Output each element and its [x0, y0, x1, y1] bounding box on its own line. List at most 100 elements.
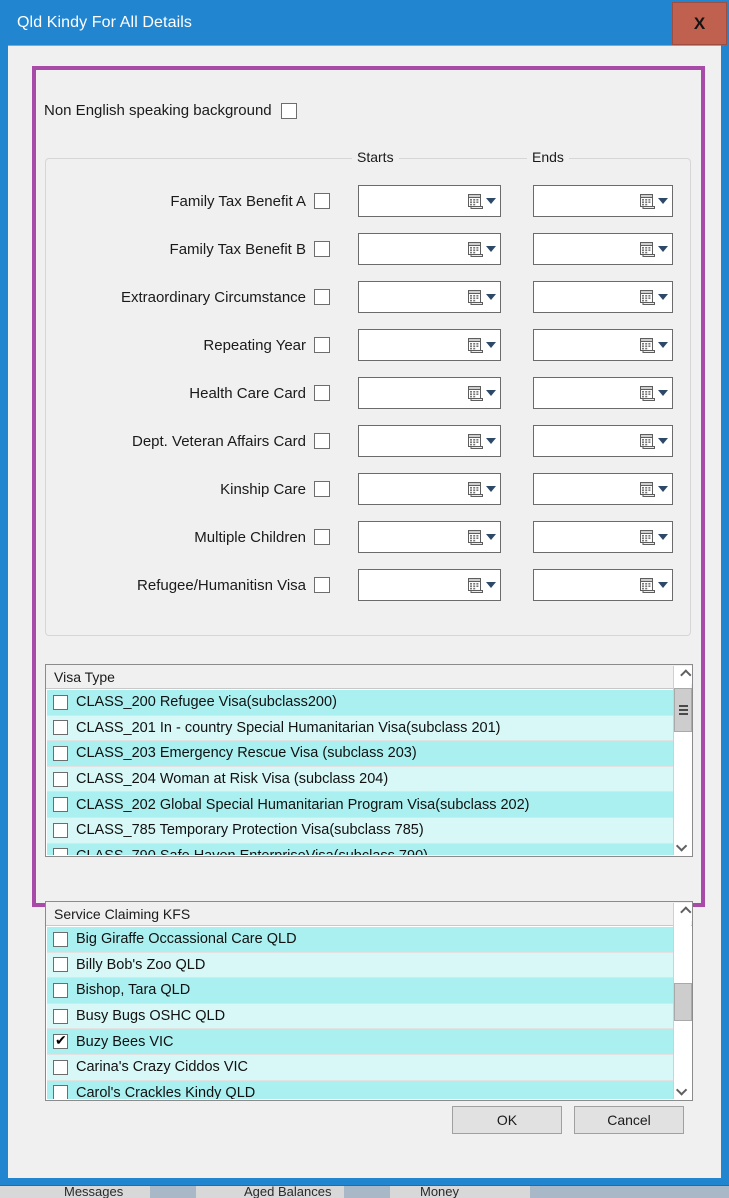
service-claiming-kfs-listbox[interactable]: Service Claiming KFS Big Giraffe Occassi… — [45, 901, 693, 1101]
benefit-start-date-picker[interactable] — [358, 521, 501, 553]
list-item[interactable]: Carina's Crazy Ciddos VIC — [47, 1054, 673, 1081]
list-item-checkbox[interactable] — [53, 982, 68, 998]
benefit-start-date-picker[interactable] — [358, 473, 501, 505]
benefit-start-date-picker[interactable] — [358, 233, 501, 265]
benefit-start-date-picker[interactable] — [358, 185, 501, 217]
benefit-checkbox[interactable] — [314, 337, 330, 353]
list-item-label: Carol's Crackles Kindy QLD — [76, 1084, 256, 1099]
list-item-checkbox[interactable] — [53, 957, 68, 973]
calendar-icon — [640, 337, 655, 353]
scroll-down-icon[interactable] — [674, 1081, 692, 1099]
benefit-checkbox[interactable] — [314, 577, 330, 593]
benefit-checkbox[interactable] — [314, 529, 330, 545]
list-item[interactable]: Bishop, Tara QLD — [47, 978, 673, 1004]
benefit-end-date-picker[interactable] — [533, 569, 673, 601]
list-item-checkbox[interactable] — [53, 720, 68, 736]
ok-button[interactable]: OK — [452, 1106, 562, 1134]
calendar-icon — [640, 241, 655, 257]
benefit-row: Refugee/Humanitisn Visa — [46, 567, 692, 603]
benefit-label: Multiple Children — [194, 528, 306, 546]
list-item-checkbox[interactable] — [53, 1008, 68, 1024]
list-item-checkbox[interactable] — [53, 822, 68, 838]
benefit-end-date-picker[interactable] — [533, 521, 673, 553]
list-item-label: CLASS_785 Temporary Protection Visa(subc… — [76, 822, 424, 839]
benefit-label: Health Care Card — [189, 384, 306, 402]
benefit-label: Repeating Year — [203, 336, 306, 354]
chevron-down-icon — [658, 486, 668, 492]
scroll-up-icon[interactable] — [674, 903, 692, 921]
scroll-down-icon[interactable] — [674, 837, 692, 855]
benefit-start-date-picker[interactable] — [358, 281, 501, 313]
benefit-row: Extraordinary Circumstance — [46, 279, 692, 315]
list-item[interactable]: CLASS_204 Woman at Risk Visa (subclass 2… — [47, 766, 673, 793]
benefit-end-date-picker[interactable] — [533, 281, 673, 313]
benefit-end-date-picker[interactable] — [533, 233, 673, 265]
visa-type-scrollbar[interactable] — [673, 666, 692, 855]
taskbar-item-money[interactable]: Money — [420, 1186, 459, 1198]
benefit-checkbox[interactable] — [314, 193, 330, 209]
chevron-down-icon — [486, 582, 496, 588]
list-item-checkbox[interactable] — [53, 694, 68, 710]
list-item-checkbox[interactable] — [53, 1032, 68, 1050]
benefit-checkbox[interactable] — [314, 241, 330, 257]
chevron-down-icon — [486, 438, 496, 444]
benefit-row: Health Care Card — [46, 375, 692, 411]
list-item-checkbox[interactable] — [53, 848, 68, 855]
benefit-row: Repeating Year — [46, 327, 692, 363]
list-item[interactable]: CLASS_785 Temporary Protection Visa(subc… — [47, 817, 673, 844]
list-item[interactable]: CLASS_202 Global Special Humanitarian Pr… — [47, 792, 673, 818]
service-claiming-kfs-scrollbar-thumb[interactable] — [674, 983, 692, 1021]
cancel-button[interactable]: Cancel — [574, 1106, 684, 1134]
calendar-icon — [640, 193, 655, 209]
taskbar-item-aged-balances[interactable]: Aged Balances — [244, 1186, 331, 1198]
list-item-label: CLASS_202 Global Special Humanitarian Pr… — [76, 796, 530, 813]
benefit-end-date-picker[interactable] — [533, 329, 673, 361]
list-item-checkbox[interactable] — [53, 797, 68, 813]
benefit-end-date-picker[interactable] — [533, 425, 673, 457]
list-item[interactable]: CLASS_203 Emergency Rescue Visa (subclas… — [47, 741, 673, 767]
list-item-checkbox[interactable] — [53, 1085, 68, 1099]
window-title: Qld Kindy For All Details — [17, 13, 193, 31]
benefit-checkbox[interactable] — [314, 385, 330, 401]
calendar-icon — [640, 577, 655, 593]
calendar-icon — [468, 385, 483, 401]
benefit-checkbox[interactable] — [314, 481, 330, 497]
benefit-start-date-picker[interactable] — [358, 377, 501, 409]
chevron-down-icon — [658, 246, 668, 252]
non-english-speaking-background-checkbox[interactable] — [280, 102, 297, 119]
taskbar-item-messages[interactable]: Messages — [64, 1186, 123, 1198]
benefit-start-date-picker[interactable] — [358, 425, 501, 457]
visa-type-listbox[interactable]: Visa Type CLASS_200 Refugee Visa(subclas… — [45, 664, 693, 857]
list-item-checkbox[interactable] — [53, 745, 68, 761]
scroll-up-icon[interactable] — [674, 666, 692, 684]
benefit-start-date-picker[interactable] — [358, 329, 501, 361]
list-item[interactable]: Carol's Crackles Kindy QLD — [47, 1080, 673, 1099]
list-item[interactable]: Buzy Bees VIC — [47, 1029, 673, 1055]
benefit-row: Dept. Veteran Affairs Card — [46, 423, 692, 459]
close-icon: X — [693, 13, 706, 33]
service-claiming-kfs-scrollbar[interactable] — [673, 903, 692, 1099]
list-item[interactable]: CLASS_200 Refugee Visa(subclass200) — [47, 690, 673, 716]
close-button[interactable]: X — [672, 2, 727, 45]
list-item-checkbox[interactable] — [53, 1059, 68, 1075]
list-item[interactable]: Billy Bob's Zoo QLD — [47, 952, 673, 979]
benefit-end-date-picker[interactable] — [533, 185, 673, 217]
benefit-checkbox[interactable] — [314, 433, 330, 449]
chevron-down-icon — [658, 390, 668, 396]
calendar-icon — [640, 385, 655, 401]
benefit-label: Kinship Care — [220, 480, 306, 498]
benefit-start-date-picker[interactable] — [358, 569, 501, 601]
benefit-end-date-picker[interactable] — [533, 377, 673, 409]
list-item-checkbox[interactable] — [53, 931, 68, 947]
list-item-checkbox[interactable] — [53, 771, 68, 787]
benefit-end-date-picker[interactable] — [533, 473, 673, 505]
benefit-label: Refugee/Humanitisn Visa — [137, 576, 306, 594]
visa-type-list-header: Visa Type — [46, 665, 692, 689]
benefit-checkbox[interactable] — [314, 289, 330, 305]
visa-type-scrollbar-thumb[interactable] — [674, 688, 692, 732]
cancel-button-label: Cancel — [607, 1112, 651, 1128]
list-item[interactable]: Big Giraffe Occassional Care QLD — [47, 927, 673, 953]
list-item[interactable]: CLASS_790 Safe Haven EnterpriseVisa(subc… — [47, 843, 673, 855]
list-item[interactable]: Busy Bugs OSHC QLD — [47, 1003, 673, 1030]
list-item[interactable]: CLASS_201 In - country Special Humanitar… — [47, 715, 673, 742]
